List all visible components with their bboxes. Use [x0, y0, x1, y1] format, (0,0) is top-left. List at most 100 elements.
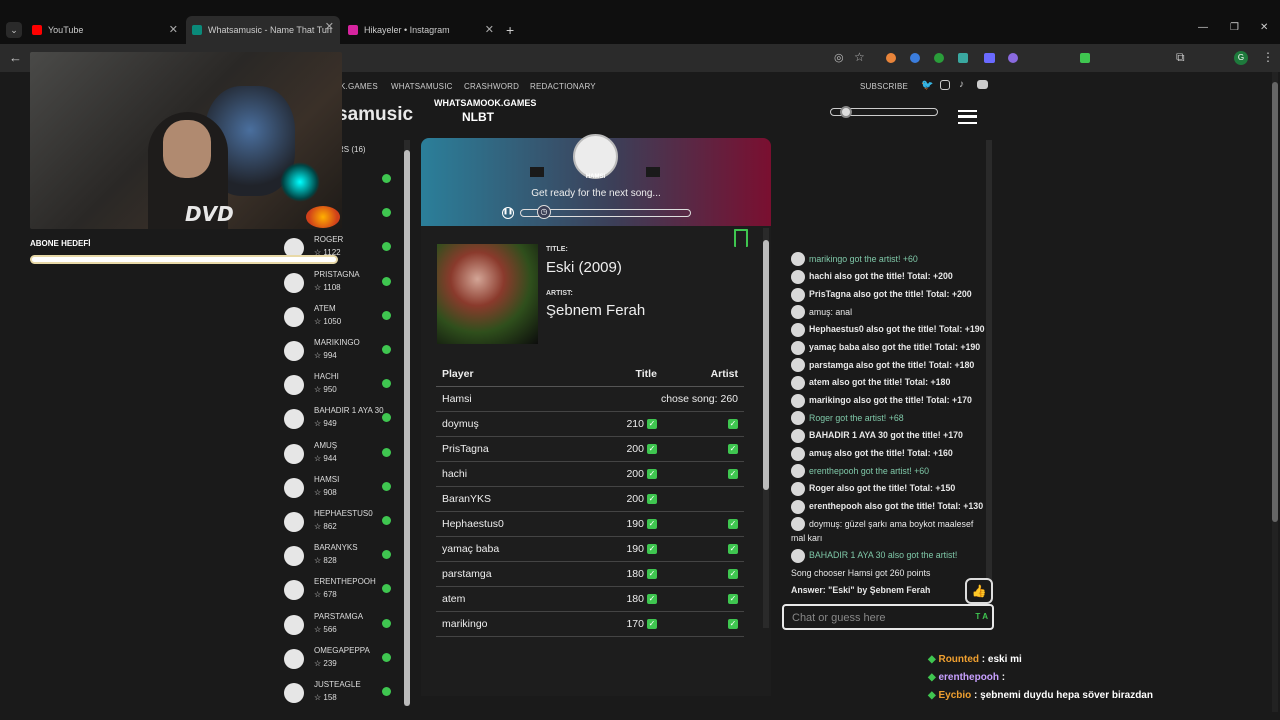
chat-message: erenthepooh also got the title! Total: +…	[783, 499, 985, 514]
bookmark-star-icon[interactable]: ☆	[854, 50, 865, 64]
extension-icon[interactable]	[886, 53, 896, 63]
back-icon[interactable]: ←	[9, 50, 22, 65]
new-tab-button[interactable]: +	[506, 22, 514, 38]
player-row: MARIKINGO ☆ 994	[283, 335, 397, 369]
extension-icon[interactable]	[984, 53, 995, 63]
subscriber-goal-label: ABONE HEDEFİ	[30, 239, 91, 248]
youtube-icon	[32, 25, 42, 35]
guessed-check-icon	[382, 687, 391, 696]
tab-search-button[interactable]: ⌄	[6, 22, 22, 38]
player-score: ☆ 994	[314, 351, 337, 360]
chat-message: Hephaestus0 also got the title! Total: +…	[783, 322, 985, 337]
artist-cell: ✓	[662, 461, 744, 487]
menu-kebab-icon[interactable]: ⋮	[1262, 50, 1274, 64]
close-icon[interactable]: ✕	[325, 20, 334, 33]
bookmark-icon[interactable]	[734, 229, 748, 247]
input-hint: T A	[975, 612, 988, 621]
instagram-icon[interactable]	[940, 80, 950, 90]
title-cell: 180 ✓	[575, 586, 663, 612]
tiktok-icon[interactable]: ♪	[959, 79, 964, 90]
extension-icon[interactable]	[958, 53, 968, 63]
hamburger-menu-icon[interactable]	[958, 110, 977, 124]
discord-icon[interactable]	[977, 80, 988, 89]
star-icon: ☆	[314, 624, 324, 634]
avatar	[284, 512, 304, 532]
song-artist: Şebnem Ferah	[546, 302, 646, 319]
artist-cell: ✓	[662, 536, 744, 562]
extensions-puzzle-icon[interactable]: ⧉	[1176, 50, 1185, 65]
extension-icon[interactable]	[910, 53, 920, 63]
star-icon: ☆	[314, 316, 324, 326]
chat-message: parstamga also got the title! Total: +18…	[783, 358, 985, 373]
player-name: PARSTAMGA	[314, 611, 364, 621]
extension-icon[interactable]	[1080, 53, 1090, 63]
chat-message: amuş also got the title! Total: +160	[783, 446, 985, 461]
profile-avatar[interactable]: G	[1234, 51, 1248, 65]
guessed-check-icon	[382, 379, 391, 389]
title-cell: 190 ✓	[575, 536, 663, 562]
check-icon: ✓	[646, 518, 657, 529]
avatar	[284, 477, 304, 498]
dvd-logo: DVD	[185, 202, 234, 226]
card-scrollbar[interactable]	[763, 228, 769, 628]
volume-slider-thumb[interactable]	[840, 106, 852, 118]
subscribe-link[interactable]: SUBSCRIBE	[860, 82, 908, 91]
player-row: HEPHAESTUS0 ☆ 862	[283, 506, 397, 540]
eye-off-icon[interactable]: ◎	[834, 51, 844, 64]
score-value: 566	[323, 624, 337, 634]
chat-message-text: Roger also got the title! Total: +150	[809, 483, 956, 494]
player-name: ROGER	[314, 235, 344, 245]
guessed-check-icon	[382, 174, 391, 183]
chat-message: marikingo also got the title! Total: +17…	[783, 393, 985, 408]
webcam-overlay: DVD	[30, 52, 342, 229]
table-row: parstamga 180 ✓ ✓	[436, 561, 744, 587]
thumbs-up-icon[interactable]: 👍	[965, 578, 993, 604]
player-row: HACHI ☆ 950	[283, 369, 397, 403]
tab-whatsamusic[interactable]: Whatsamusic - Name That Tun ✕	[186, 16, 340, 44]
window-close-button[interactable]: ✕	[1260, 22, 1268, 33]
tab-youtube[interactable]: YouTube ✕	[32, 19, 178, 41]
chat-message-text: atem also got the title! Total: +180	[809, 377, 951, 388]
guessed-check-icon	[382, 208, 391, 218]
chat-input-box[interactable]: T A	[782, 604, 994, 630]
player-cell: hachi	[436, 461, 576, 487]
close-icon[interactable]: ✕	[485, 23, 494, 36]
extension-icon[interactable]	[934, 53, 944, 63]
avatar	[791, 252, 805, 267]
player-score: ☆ 950	[314, 385, 337, 394]
instagram-icon	[348, 25, 358, 35]
chat-scrollbar[interactable]	[986, 140, 992, 600]
nav-link-crashword[interactable]: CRASHWORD	[464, 82, 519, 91]
check-icon: ✓	[728, 618, 738, 629]
rgb-light	[280, 162, 320, 202]
player-cell: Hamsi	[436, 386, 576, 412]
extension-icon[interactable]	[1008, 53, 1018, 63]
tab-instagram[interactable]: Hikayeler • Instagram ✕	[348, 19, 494, 41]
badge-icon: ◆	[928, 672, 939, 683]
players-scrollbar[interactable]	[404, 140, 410, 706]
nav-link-games[interactable]: K.GAMES	[340, 82, 378, 91]
player-score: ☆ 158	[314, 693, 337, 702]
maximize-button[interactable]: ❐	[1230, 22, 1239, 33]
close-icon[interactable]: ✕	[169, 23, 178, 36]
minimize-button[interactable]: —	[1198, 22, 1208, 33]
avatar	[284, 546, 304, 567]
avatar	[791, 269, 805, 284]
pause-icon[interactable]: ❚❚	[502, 207, 514, 219]
site-logo[interactable]: samusic	[337, 104, 413, 126]
col-title: Title	[575, 362, 663, 387]
chat-message-text: erenthepooh got the artist! +60	[809, 465, 930, 476]
chat-input[interactable]	[792, 611, 962, 625]
separator: :	[999, 672, 1006, 683]
avatar	[284, 614, 304, 635]
star-icon: ☆	[314, 590, 324, 600]
nav-link-redactionary[interactable]: REDACTIONARY	[530, 82, 596, 91]
avatar	[791, 464, 805, 479]
chat-message: atem also got the title! Total: +180	[783, 375, 985, 390]
page-scrollbar[interactable]	[1272, 72, 1278, 712]
nav-link-whatsamusic[interactable]: WHATSAMUSIC	[391, 82, 453, 91]
player-row: JUSTEAGLE ☆ 158	[283, 677, 397, 711]
twitter-icon[interactable]: 🐦	[921, 80, 933, 91]
guessed-check-icon	[382, 310, 391, 320]
avatar	[791, 322, 805, 337]
